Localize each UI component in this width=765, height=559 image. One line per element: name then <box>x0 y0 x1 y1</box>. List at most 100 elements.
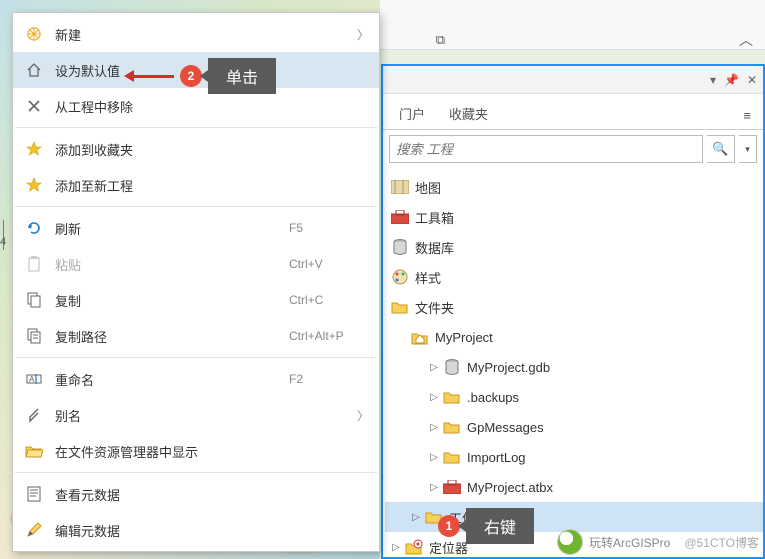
tab-portal[interactable]: 门户 <box>387 96 437 129</box>
expand-icon[interactable]: ▷ <box>427 392 441 403</box>
menu-label: 复制 <box>55 291 289 310</box>
tree-label: 地图 <box>415 178 441 197</box>
menu-copy-path[interactable]: 复制路径 Ctrl+Alt+P <box>13 318 379 354</box>
copy-path-icon <box>23 326 45 346</box>
expand-icon[interactable]: ▷ <box>389 542 403 553</box>
search-dropdown-icon[interactable]: ▾ <box>739 135 757 163</box>
tree-label: 工具箱 <box>415 208 454 227</box>
dialog-launcher-icon[interactable]: ⧉ <box>436 32 445 48</box>
close-icon[interactable]: ✕ <box>747 73 757 87</box>
rename-icon: A <box>23 369 45 389</box>
search-icon[interactable]: 🔍 <box>707 135 735 163</box>
expand-icon[interactable]: ▷ <box>427 452 441 463</box>
node-maps[interactable]: 地图 <box>385 172 763 202</box>
svg-text:A: A <box>29 375 35 384</box>
folder-icon <box>389 297 411 317</box>
menu-label: 查看元数据 <box>55 485 369 504</box>
folder-icon <box>441 447 463 467</box>
pin-icon[interactable]: 📌 <box>724 73 739 87</box>
shortcut: F5 <box>289 221 369 235</box>
metadata-view-icon <box>23 484 45 504</box>
menu-label: 新建 <box>55 25 357 44</box>
watermark: 玩转ArcGISPro @51CTO博客 <box>557 529 759 555</box>
watermark-brand: 玩转ArcGISPro <box>589 534 670 551</box>
menu-label: 编辑元数据 <box>55 521 369 540</box>
annotation-2: 2 单击 <box>134 58 276 94</box>
menu-label: 添加至新工程 <box>55 176 369 195</box>
node-style[interactable]: 样式 <box>385 262 763 292</box>
node-gdb[interactable]: ▷ MyProject.gdb <box>385 352 763 382</box>
menu-rename[interactable]: A 重命名 F2 <box>13 361 379 397</box>
shortcut: Ctrl+C <box>289 293 369 307</box>
node-gpmessages[interactable]: ▷ GpMessages <box>385 412 763 442</box>
tooltip-click: 单击 <box>208 58 276 94</box>
ruler-label: 4 <box>0 236 6 248</box>
shortcut: Ctrl+Alt+P <box>289 329 369 343</box>
style-icon <box>389 267 411 287</box>
pencil-icon <box>23 520 45 540</box>
autohide-icon[interactable]: ▾ <box>710 73 716 87</box>
expand-icon[interactable]: ▷ <box>427 482 441 493</box>
wechat-logo-icon <box>557 529 583 555</box>
folder-icon <box>441 417 463 437</box>
menu-add-new-project[interactable]: 添加至新工程 <box>13 167 379 203</box>
folder-icon <box>441 387 463 407</box>
menu-label: 在文件资源管理器中显示 <box>55 442 369 461</box>
menu-label: 复制路径 <box>55 327 289 346</box>
menu-copy[interactable]: 复制 Ctrl+C <box>13 282 379 318</box>
expand-icon[interactable]: ▷ <box>427 362 441 373</box>
node-backups[interactable]: ▷ .backups <box>385 382 763 412</box>
menu-view-metadata[interactable]: 查看元数据 <box>13 476 379 512</box>
node-toolbox[interactable]: 工具箱 <box>385 202 763 232</box>
node-folders[interactable]: 文件夹 <box>385 292 763 322</box>
menu-alias[interactable]: 别名 〉 <box>13 397 379 433</box>
tab-menu-icon[interactable]: ≡ <box>731 100 763 129</box>
chevron-right-icon: 〉 <box>357 26 369 43</box>
maps-icon <box>389 177 411 197</box>
node-myproject[interactable]: MyProject <box>385 322 763 352</box>
star-project-icon <box>23 175 45 195</box>
separator <box>15 472 377 473</box>
catalog-tree: 地图 工具箱 数据库 样式 文件夹 MyProject ▷ MyProject.… <box>383 168 763 557</box>
pane-tabs: 门户 收藏夹 ≡ <box>383 94 763 130</box>
tree-label: 文件夹 <box>415 298 454 317</box>
menu-label: 刷新 <box>55 219 289 238</box>
menu-label: 别名 <box>55 406 357 425</box>
separator <box>15 127 377 128</box>
menu-label: 从工程中移除 <box>55 97 369 116</box>
tree-label: 样式 <box>415 268 441 287</box>
remove-icon <box>23 96 45 116</box>
separator <box>15 357 377 358</box>
search-input[interactable] <box>396 142 696 157</box>
menu-edit-metadata[interactable]: 编辑元数据 <box>13 512 379 548</box>
menu-paste: 粘贴 Ctrl+V <box>13 246 379 282</box>
tree-label: MyProject.gdb <box>467 360 550 375</box>
tree-label: ImportLog <box>467 450 526 465</box>
tree-label: 数据库 <box>415 238 454 257</box>
tab-favorites[interactable]: 收藏夹 <box>437 96 500 129</box>
annotation-1: 1 右键 <box>432 508 534 544</box>
node-database[interactable]: 数据库 <box>385 232 763 262</box>
toolbox-icon <box>441 477 463 497</box>
menu-refresh[interactable]: 刷新 F5 <box>13 210 379 246</box>
collapse-ribbon-icon[interactable]: ︿ <box>739 30 753 50</box>
menu-add-favorite[interactable]: 添加到收藏夹 <box>13 131 379 167</box>
separator <box>15 206 377 207</box>
chevron-right-icon: 〉 <box>357 407 369 424</box>
tree-label: MyProject.atbx <box>467 480 553 495</box>
node-importlog[interactable]: ▷ ImportLog <box>385 442 763 472</box>
tree-label: GpMessages <box>467 420 544 435</box>
search-input-wrapper[interactable] <box>389 135 703 163</box>
node-atbx[interactable]: ▷ MyProject.atbx <box>385 472 763 502</box>
menu-new[interactable]: 新建 〉 <box>13 16 379 52</box>
menu-show-in-explorer[interactable]: 在文件资源管理器中显示 <box>13 433 379 469</box>
ribbon-strip: ⧉ ︿ <box>380 0 765 50</box>
new-icon <box>23 24 45 44</box>
menu-label: 添加到收藏夹 <box>55 140 369 159</box>
tooltip-rightclick: 右键 <box>466 508 534 544</box>
expand-icon[interactable]: ▷ <box>427 422 441 433</box>
database-icon <box>389 237 411 257</box>
watermark-credit: @51CTO博客 <box>684 534 759 551</box>
locator-icon <box>403 537 425 557</box>
expand-icon[interactable]: ▷ <box>409 512 423 523</box>
